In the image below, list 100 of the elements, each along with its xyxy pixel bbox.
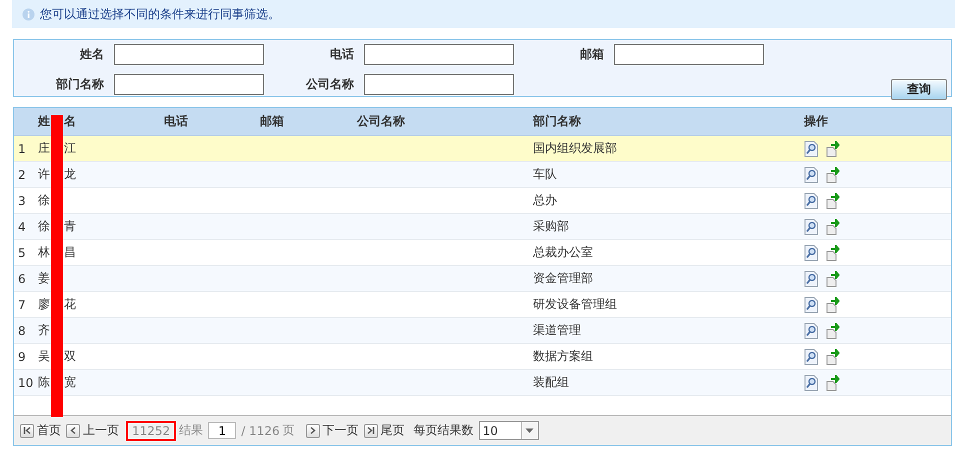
magnifier-icon[interactable]: [804, 166, 819, 182]
next-page-icon: [308, 426, 318, 435]
export-icon[interactable]: [826, 270, 842, 286]
per-page-select[interactable]: 10: [478, 421, 539, 440]
table-cell: 装配组: [533, 375, 569, 389]
column-header: 名: [64, 113, 76, 130]
name-cell: 庄: [38, 140, 50, 157]
table-cell: 渠道管理: [533, 323, 581, 337]
magnifier-icon[interactable]: [804, 140, 819, 156]
row-number: 7: [18, 298, 26, 312]
magnifier-icon[interactable]: [804, 322, 819, 338]
magnifier-icon[interactable]: [804, 374, 819, 390]
previous-page-icon: [68, 426, 78, 435]
first-page-link[interactable]: 首页: [37, 422, 61, 439]
next-page-button[interactable]: [306, 424, 320, 438]
column-header: 部门名称: [533, 114, 581, 128]
name-cell: 姜: [38, 270, 50, 287]
table-cell: 总办: [533, 193, 557, 207]
table-row[interactable]: 1 庄 江 国内组织发展部: [14, 136, 951, 162]
column-header: 公司名称: [357, 114, 405, 128]
result-count: 11252: [126, 420, 176, 440]
dropdown-arrow-icon: [525, 428, 534, 434]
table-cell: 数据方案组: [533, 349, 593, 363]
previous-page-button[interactable]: [66, 424, 80, 438]
name-cell: 徐: [38, 192, 50, 209]
input-field[interactable]: [114, 74, 264, 95]
row-number: 4: [18, 220, 26, 234]
column-header: 邮箱: [260, 114, 284, 128]
table-row[interactable]: 6 姜 资金管理部: [14, 266, 951, 292]
last-page-icon: [366, 426, 376, 435]
table-cell: 研发设备管理组: [533, 297, 617, 311]
input-field[interactable]: [364, 44, 514, 65]
name-cell: 青: [64, 218, 76, 235]
magnifier-icon[interactable]: [804, 270, 819, 286]
previous-page-link[interactable]: 上一页: [83, 422, 119, 439]
export-icon[interactable]: [826, 140, 842, 156]
next-page-link[interactable]: 下一页: [322, 422, 359, 439]
input-field[interactable]: [614, 44, 764, 65]
table-row[interactable]: 10 陈 宽 装配组: [14, 370, 951, 396]
export-icon[interactable]: [826, 166, 842, 182]
magnifier-icon[interactable]: [804, 244, 819, 260]
last-page-link[interactable]: 尾页: [380, 422, 405, 439]
export-icon[interactable]: [826, 296, 842, 312]
table-cell: 车队: [533, 167, 557, 181]
field-label: 公司名称: [304, 76, 355, 93]
search-button[interactable]: 查询: [891, 79, 947, 100]
export-icon[interactable]: [826, 374, 842, 390]
table-cell: 国内组织发展部: [533, 141, 617, 155]
result-label: 结果: [179, 422, 204, 439]
field-label: 电话: [329, 46, 355, 63]
column-header: 操作: [804, 113, 828, 130]
name-cell: 宽: [64, 374, 76, 391]
table-row[interactable]: 2 许 龙 车队: [14, 162, 951, 188]
page-count: / 1126: [241, 424, 280, 438]
column-header: 姓: [38, 113, 50, 130]
page-input[interactable]: 1: [208, 422, 236, 439]
name-cell: 陈: [38, 374, 50, 391]
row-number: 9: [18, 350, 26, 364]
magnifier-icon[interactable]: [804, 296, 819, 312]
name-cell: 龙: [64, 166, 76, 183]
info-text: 您可以通过选择不同的条件来进行同事筛选。: [40, 6, 280, 22]
info-icon: [22, 8, 35, 20]
export-icon[interactable]: [826, 192, 842, 208]
row-number: 5: [18, 246, 26, 260]
magnifier-icon[interactable]: [804, 192, 819, 208]
export-icon[interactable]: [826, 218, 842, 234]
row-number: 1: [18, 142, 26, 156]
name-cell: 徐: [38, 218, 50, 235]
field-label: 姓名: [78, 46, 105, 63]
export-icon[interactable]: [826, 348, 842, 364]
page-unit: 页: [282, 422, 295, 439]
per-page-label: 每页结果数: [414, 422, 474, 439]
table-cell: 总裁办公室: [533, 245, 593, 259]
name-cell: 廖: [38, 296, 50, 313]
export-icon[interactable]: [826, 244, 842, 260]
row-number: 2: [18, 168, 26, 182]
table-cell: 采购部: [533, 219, 569, 233]
export-icon[interactable]: [826, 322, 842, 338]
input-field[interactable]: [364, 74, 514, 95]
name-cell: 林: [38, 244, 50, 261]
row-number: 8: [18, 324, 26, 338]
first-page-icon: [22, 426, 32, 435]
name-cell: 昌: [64, 244, 76, 261]
row-number: 10: [18, 376, 34, 390]
name-cell: 江: [64, 140, 76, 157]
field-label: 部门名称: [54, 76, 105, 93]
magnifier-icon[interactable]: [804, 218, 819, 234]
table-row[interactable]: 4 徐 青 采购部: [14, 214, 951, 240]
row-number: 6: [18, 272, 26, 286]
input-field[interactable]: [114, 44, 264, 65]
name-cell: 齐: [38, 322, 50, 339]
table-cell: 资金管理部: [533, 271, 593, 285]
table-row[interactable]: 8 齐 渠道管理: [14, 318, 951, 344]
name-cell: 双: [64, 348, 76, 365]
name-cell: 吴: [38, 348, 50, 365]
first-page-button[interactable]: [20, 424, 34, 438]
last-page-button[interactable]: [364, 424, 378, 438]
field-label: 邮箱: [579, 46, 605, 63]
column-header: 电话: [164, 114, 188, 128]
magnifier-icon[interactable]: [804, 348, 819, 364]
